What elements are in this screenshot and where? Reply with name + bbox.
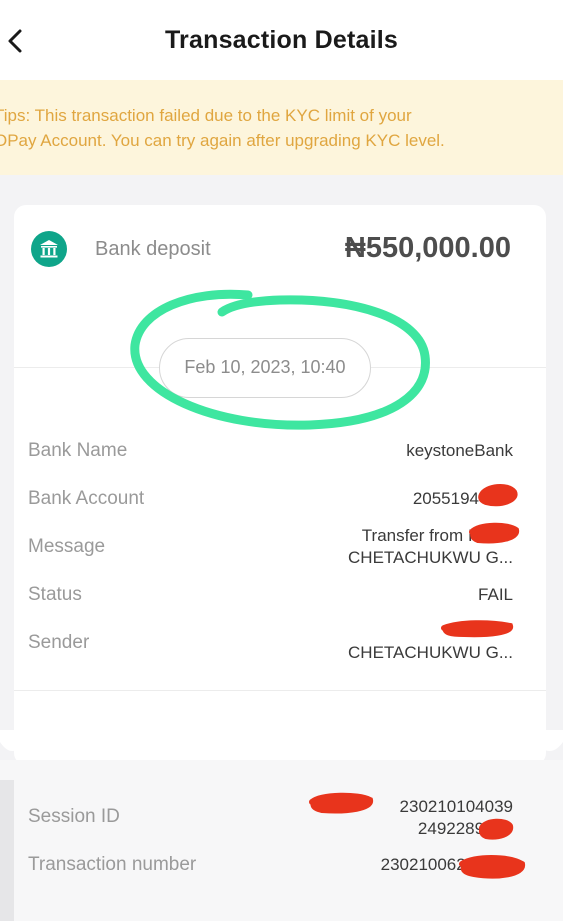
status-value: FAIL <box>478 585 513 604</box>
message-value-line-1: Transfer from IF <box>361 526 483 545</box>
kyc-tips-banner: Tips: This transaction failed due to the… <box>0 80 563 175</box>
session-id-value-line-1: 230210104039 <box>399 797 513 816</box>
session-id-label: Session ID <box>28 806 120 827</box>
left-edge-shadow <box>0 780 14 921</box>
transaction-datetime: Feb 10, 2023, 10:40 <box>159 338 371 398</box>
sender-label: Sender <box>28 632 90 653</box>
transaction-number-value: 23021006244416 <box>380 855 513 874</box>
tips-line-2: OPay Account. You can try again after up… <box>0 131 445 150</box>
page-title: Transaction Details <box>164 26 399 54</box>
bank-account-label: Bank Account <box>28 488 145 509</box>
bank-icon <box>31 231 67 267</box>
session-id-value-line-2: 249228923 <box>417 819 503 838</box>
bank-name-label: Bank Name <box>28 440 128 461</box>
sender-value: CHETACHUKWU G... <box>348 643 513 662</box>
transaction-type: Bank deposit <box>95 238 211 260</box>
message-label: Message <box>28 536 106 557</box>
transaction-amount: ₦550,000.00 <box>344 232 511 264</box>
divider <box>14 690 546 691</box>
message-value-line-2: CHETACHUKWU G... <box>348 548 513 567</box>
transaction-number-label: Transaction number <box>28 854 197 875</box>
status-label: Status <box>28 584 82 605</box>
bank-account-value: 2055194 <box>412 489 479 508</box>
top-bar: Transaction Details <box>0 0 563 80</box>
transaction-card <box>14 205 546 765</box>
bank-name-value: keystoneBank <box>406 441 513 460</box>
lower-section <box>0 760 563 921</box>
ticket-edge <box>0 730 563 751</box>
tips-line-1: Tips: This transaction failed due to the… <box>0 106 412 125</box>
